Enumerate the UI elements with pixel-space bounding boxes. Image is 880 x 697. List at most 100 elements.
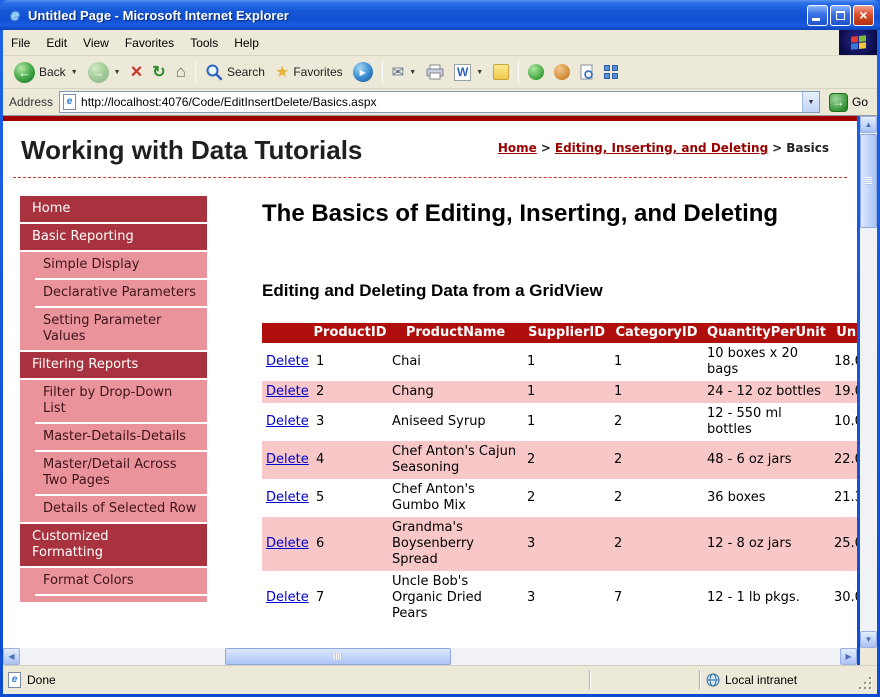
status-bar: e Done Local intranet [3,665,877,694]
home-button[interactable]: ⌂ [171,59,191,85]
scroll-down-button[interactable]: ▼ [860,631,877,648]
cell-unitprice: 22.0 [830,441,857,479]
menu-tools[interactable]: Tools [182,31,226,55]
search-button[interactable]: Search [200,60,270,84]
sidebar-item-declarative-parameters[interactable]: Declarative Parameters [35,280,207,308]
intranet-zone-icon [706,673,720,687]
minimize-button[interactable] [807,5,828,26]
scroll-up-button[interactable]: ▲ [860,116,877,133]
sidebar-item-simple-display[interactable]: Simple Display [35,252,207,280]
cell-categoryid: 2 [610,403,703,441]
sidebar-group-filtering-reports: Filter by Drop-Down List Master-Details-… [20,380,207,522]
sidebar-item-home[interactable]: Home [20,196,207,222]
cell-productid: 5 [312,479,388,517]
discuss-button[interactable] [488,61,514,83]
cell-categoryid: 1 [610,381,703,403]
delete-link[interactable]: Delete [266,414,309,429]
favorites-label: Favorites [293,65,342,79]
sidebar-item-setting-parameter-values[interactable]: Setting Parameter Values [35,308,207,350]
back-dropdown-icon: ▼ [71,69,78,76]
sidebar-item-clipped[interactable] [35,596,207,602]
stop-button[interactable]: × [126,60,148,84]
cell-productid: 3 [312,403,388,441]
horizontal-scroll-thumb[interactable] [225,648,451,665]
messenger-button[interactable] [523,61,549,83]
sidebar-item-master-details-details[interactable]: Master-Details-Details [35,424,207,452]
cell-unitprice: 30.0 [830,571,857,625]
sidebar-item-master-detail-two-pages[interactable]: Master/Detail Across Two Pages [35,452,207,496]
research-button[interactable] [575,61,599,84]
cell-quantityperunit: 48 - 6 oz jars [703,441,830,479]
sidebar-nav: Home Basic Reporting Simple Display Decl… [20,196,207,625]
toolbar-separator [382,61,383,83]
vertical-scrollbar[interactable]: ▲ ▼ [860,116,877,648]
sidebar-item-format-colors[interactable]: Format Colors [35,568,207,596]
delete-link[interactable]: Delete [266,536,309,551]
menu-edit[interactable]: Edit [38,31,75,55]
breadcrumb-separator: > [541,141,551,155]
refresh-button[interactable]: ↻ [147,59,170,85]
delete-link[interactable]: Delete [266,490,309,505]
favorites-star-icon: ★ [275,62,289,82]
address-input[interactable]: e http://localhost:4076/Code/EditInsertD… [59,91,820,113]
sidebar-item-filter-by-dropdown-list[interactable]: Filter by Drop-Down List [35,380,207,424]
address-url: http://localhost:4076/Code/EditInsertDel… [81,95,802,109]
media-button[interactable]: ▶ [348,59,378,85]
media-icon: ▶ [353,62,373,82]
edit-button[interactable]: W▼ [449,61,488,84]
toolbar-separator [195,61,196,83]
delete-link[interactable]: Delete [266,354,309,369]
breadcrumb-section-link[interactable]: Editing, Inserting, and Deleting [555,141,768,155]
menu-file[interactable]: File [3,31,38,55]
delete-link[interactable]: Delete [266,384,309,399]
cell-unitprice: 25.0 [830,517,857,571]
cell-productname: Chang [388,381,523,403]
cell-supplierid: 3 [523,571,610,625]
mail-button[interactable]: ✉▼ [387,60,422,84]
menu-view[interactable]: View [75,31,117,55]
quick-grid-button[interactable] [599,62,623,82]
back-button[interactable]: ← Back ▼ [9,59,83,86]
delete-link[interactable]: Delete [266,590,309,605]
grid-header-supplierid: SupplierID [523,323,610,343]
addon-orange-icon [554,64,570,80]
print-icon [426,64,444,80]
scroll-left-button[interactable]: ◀ [3,648,20,665]
sidebar-item-basic-reporting[interactable]: Basic Reporting [20,224,207,250]
sidebar-item-filtering-reports[interactable]: Filtering Reports [20,352,207,378]
main-content: The Basics of Editing, Inserting, and De… [262,196,857,625]
sidebar-item-details-of-selected-row[interactable]: Details of Selected Row [35,496,207,522]
breadcrumb: Home>Editing, Inserting, and Deleting>Ba… [498,141,829,155]
maximize-button[interactable] [830,5,851,26]
print-button[interactable] [421,61,449,83]
refresh-icon: ↻ [152,62,165,82]
grid-header-categoryid: CategoryID [610,323,703,343]
vertical-scroll-thumb[interactable] [860,134,877,228]
scroll-right-button[interactable]: ▶ [840,648,857,665]
resize-grip[interactable] [857,673,873,691]
addon-button[interactable] [549,61,575,83]
grid-header-productname: ProductName [388,323,523,343]
cell-productname: Uncle Bob's Organic Dried Pears [388,571,523,625]
sidebar-item-customized-formatting[interactable]: Customized Formatting [20,524,207,566]
table-row: Delete 2 Chang 1 1 24 - 12 oz bottles 19… [262,381,857,403]
forward-button[interactable]: → ▼ [83,59,126,86]
ie-app-icon[interactable]: e [6,6,24,24]
favorites-button[interactable]: ★ Favorites [270,59,348,85]
status-zone-pane: Local intranet [699,670,857,690]
stop-icon: × [131,63,143,81]
titlebar: e Untitled Page - Microsoft Internet Exp… [0,0,880,30]
breadcrumb-home-link[interactable]: Home [498,141,537,155]
horizontal-scrollbar[interactable]: ◀ ▶ [3,648,857,665]
menu-favorites[interactable]: Favorites [117,31,182,55]
minimize-icon [812,18,820,21]
address-dropdown-button[interactable]: ▼ [802,92,819,112]
delete-link[interactable]: Delete [266,452,309,467]
menubar: File Edit View Favorites Tools Help [3,30,877,56]
edit-word-icon: W [454,64,471,81]
close-button[interactable]: × [853,5,874,26]
menu-help[interactable]: Help [226,31,267,55]
cell-quantityperunit: 12 - 550 ml bottles [703,403,830,441]
cell-quantityperunit: 10 boxes x 20 bags [703,343,830,381]
go-button[interactable]: → Go [826,93,871,112]
